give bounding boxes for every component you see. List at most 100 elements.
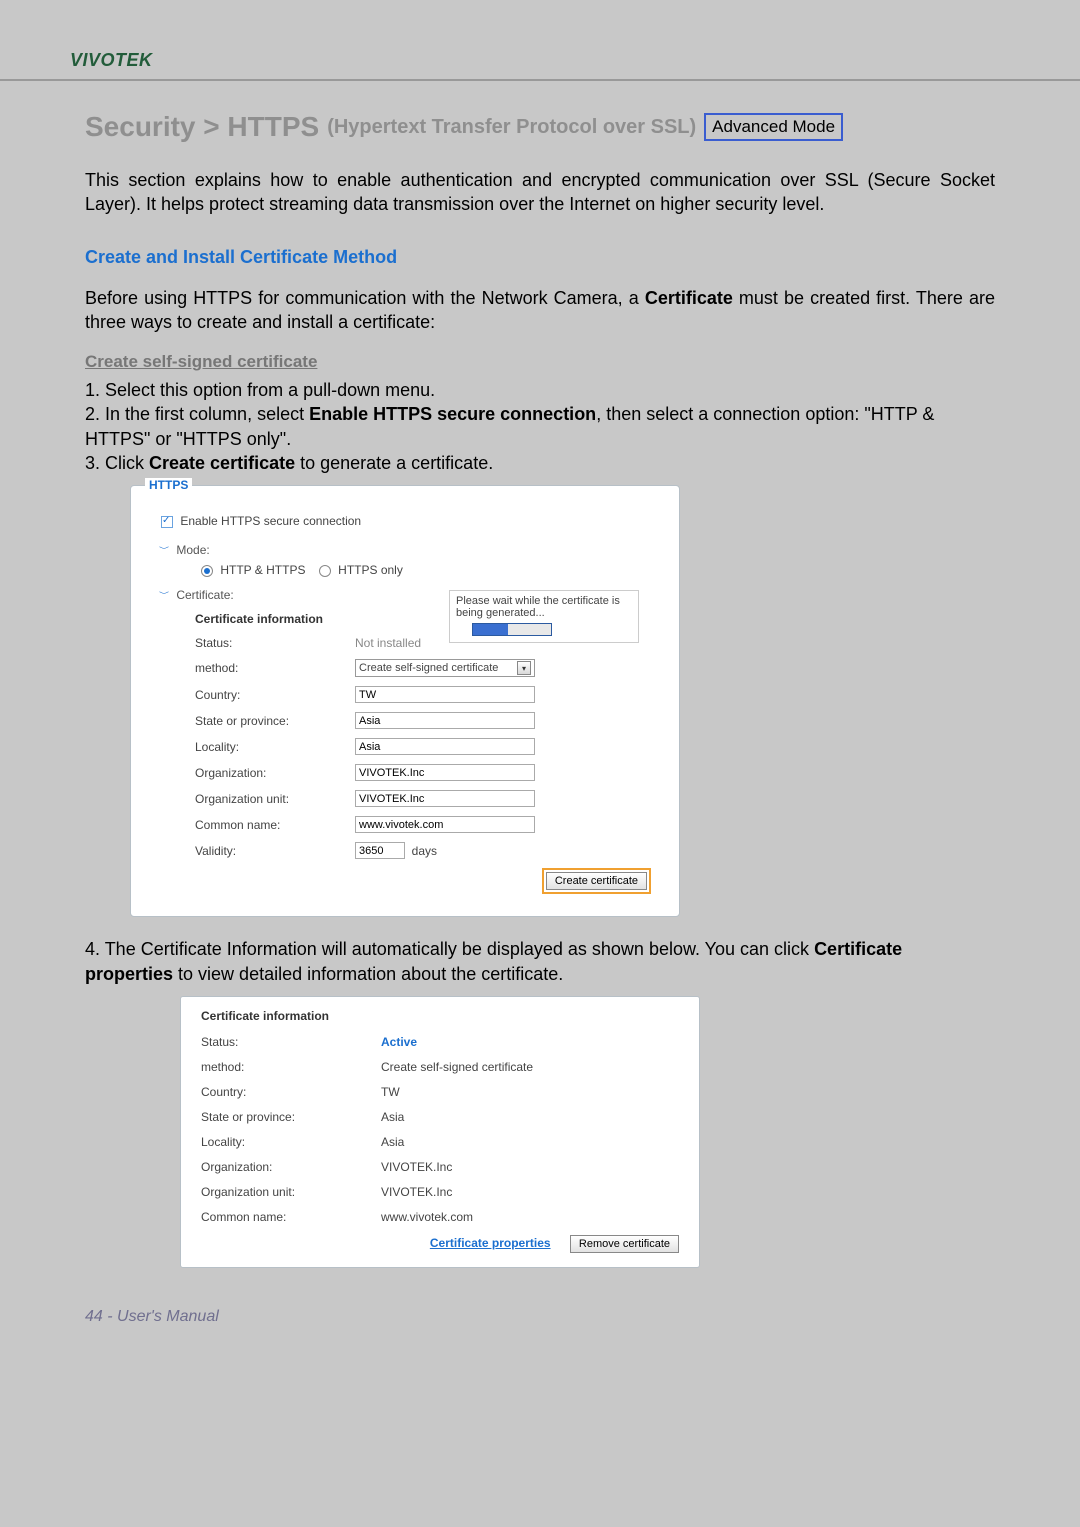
label-method: method: <box>201 1060 381 1074</box>
create-certificate-button[interactable]: Create certificate <box>546 872 647 890</box>
label-status: Status: <box>201 1035 381 1049</box>
radio-https-only-label: HTTPS only <box>338 563 403 577</box>
row2-state: State or province: Asia <box>201 1110 679 1124</box>
step-2: 2. In the first column, select Enable HT… <box>85 402 995 451</box>
label-status: Status: <box>195 636 355 650</box>
highlight-box: Create certificate <box>542 868 651 894</box>
intro-paragraph: This section explains how to enable auth… <box>85 168 995 217</box>
state-input[interactable] <box>355 712 535 729</box>
generating-message: Please wait while the certificate is bei… <box>456 595 632 619</box>
progress-bar <box>472 623 552 636</box>
label-org-unit: Organization unit: <box>195 792 355 806</box>
value-status-active: Active <box>381 1035 417 1049</box>
steps-list: 1. Select this option from a pull-down m… <box>85 378 995 475</box>
row2-method: method: Create self-signed certificate <box>201 1060 679 1074</box>
row-locality: Locality: <box>195 738 651 755</box>
radio-http-https[interactable] <box>201 565 213 577</box>
chevron-down-icon: ﹀ <box>159 545 169 556</box>
row2-country: Country: TW <box>201 1085 679 1099</box>
label-state: State or province: <box>195 714 355 728</box>
value-locality: Asia <box>381 1135 404 1149</box>
text: 3. Click <box>85 453 149 473</box>
label-country: Country: <box>195 688 355 702</box>
row-org: Organization: <box>195 764 651 781</box>
step-1: 1. Select this option from a pull-down m… <box>85 378 995 402</box>
value-common-name: www.vivotek.com <box>381 1210 473 1224</box>
text-bold: Create certificate <box>149 453 295 473</box>
mode-label: Mode: <box>176 543 209 557</box>
label-method: method: <box>195 661 355 675</box>
content-area: Security > HTTPS (Hypertext Transfer Pro… <box>0 111 1080 1268</box>
page-header: VIVOTEK <box>0 30 1080 81</box>
certificate-info-panel: Certificate information Status: Active m… <box>180 996 700 1268</box>
label-locality: Locality: <box>201 1135 381 1149</box>
value-country: TW <box>381 1085 400 1099</box>
fieldset-legend: HTTPS <box>145 478 192 492</box>
value-method: Create self-signed certificate <box>381 1060 533 1074</box>
value-org-unit: VIVOTEK.Inc <box>381 1185 452 1199</box>
row-validity: Validity: days <box>195 842 651 859</box>
enable-https-label: Enable HTTPS secure connection <box>180 514 361 528</box>
method-select[interactable]: Create self-signed certificate ▾ <box>355 659 535 677</box>
locality-input[interactable] <box>355 738 535 755</box>
validity-input[interactable] <box>355 842 405 859</box>
label-validity: Validity: <box>195 844 355 858</box>
label-common-name: Common name: <box>195 818 355 832</box>
row-method: method: Create self-signed certificate ▾ <box>195 659 651 677</box>
chevron-down-icon: ﹀ <box>159 590 169 601</box>
label-org: Organization: <box>201 1160 381 1174</box>
certificate-info-form: Certificate information Status: Not inst… <box>195 612 651 894</box>
value-status: Not installed <box>355 636 421 650</box>
row2-common-name: Common name: www.vivotek.com <box>201 1210 679 1224</box>
value-state: Asia <box>381 1110 404 1124</box>
row2-org-unit: Organization unit: VIVOTEK.Inc <box>201 1185 679 1199</box>
dropdown-arrow-icon: ▾ <box>517 661 531 675</box>
country-input[interactable] <box>355 686 535 703</box>
page-subtitle: (Hypertext Transfer Protocol over SSL) <box>327 116 696 139</box>
remove-certificate-button[interactable]: Remove certificate <box>570 1235 679 1253</box>
method-select-value: Create self-signed certificate <box>359 662 498 674</box>
label-state: State or province: <box>201 1110 381 1124</box>
panel2-footer: Certificate properties Remove certificat… <box>201 1235 679 1253</box>
row-common-name: Common name: <box>195 816 651 833</box>
row-state: State or province: <box>195 712 651 729</box>
enable-https-checkbox[interactable] <box>161 516 173 528</box>
label-org: Organization: <box>195 766 355 780</box>
row2-org: Organization: VIVOTEK.Inc <box>201 1160 679 1174</box>
radio-https-only[interactable] <box>319 565 331 577</box>
text: to generate a certificate. <box>295 453 493 473</box>
step-4: 4. The Certificate Information will auto… <box>85 937 995 986</box>
enable-https-row: Enable HTTPS secure connection <box>161 514 651 528</box>
text: 4. The Certificate Information will auto… <box>85 939 814 959</box>
text-bold: Enable HTTPS secure connection <box>309 404 596 424</box>
text: to view detailed information about the c… <box>173 964 563 984</box>
row-country: Country: <box>195 686 651 703</box>
org-unit-input[interactable] <box>355 790 535 807</box>
page-title: Security > HTTPS <box>85 111 319 143</box>
certificate-properties-link[interactable]: Certificate properties <box>430 1236 551 1250</box>
row2-status: Status: Active <box>201 1035 679 1049</box>
org-input[interactable] <box>355 764 535 781</box>
advanced-mode-badge: Advanced Mode <box>704 113 843 141</box>
create-button-row: Create certificate <box>195 868 651 894</box>
document-page: VIVOTEK Security > HTTPS (Hypertext Tran… <box>0 0 1080 1366</box>
text: 2. In the first column, select <box>85 404 309 424</box>
row-org-unit: Organization unit: <box>195 790 651 807</box>
cert-info-heading-2: Certificate information <box>201 1009 679 1023</box>
label-locality: Locality: <box>195 740 355 754</box>
section-heading: Create and Install Certificate Method <box>85 247 995 268</box>
mode-row: ﹀ Mode: <box>159 542 651 557</box>
value-org: VIVOTEK.Inc <box>381 1160 452 1174</box>
section-intro: Before using HTTPS for communication wit… <box>85 286 995 335</box>
row2-locality: Locality: Asia <box>201 1135 679 1149</box>
https-config-panel: HTTPS Enable HTTPS secure connection ﹀ M… <box>130 485 680 917</box>
page-footer: 44 - User's Manual <box>0 1268 1080 1326</box>
label-org-unit: Organization unit: <box>201 1185 381 1199</box>
text: Before using HTTPS for communication wit… <box>85 288 645 308</box>
common-name-input[interactable] <box>355 816 535 833</box>
subsection-heading: Create self-signed certificate <box>85 352 995 372</box>
page-title-row: Security > HTTPS (Hypertext Transfer Pro… <box>85 111 995 143</box>
label-country: Country: <box>201 1085 381 1099</box>
brand-logo: VIVOTEK <box>70 50 153 70</box>
text-bold: Certificate <box>645 288 733 308</box>
